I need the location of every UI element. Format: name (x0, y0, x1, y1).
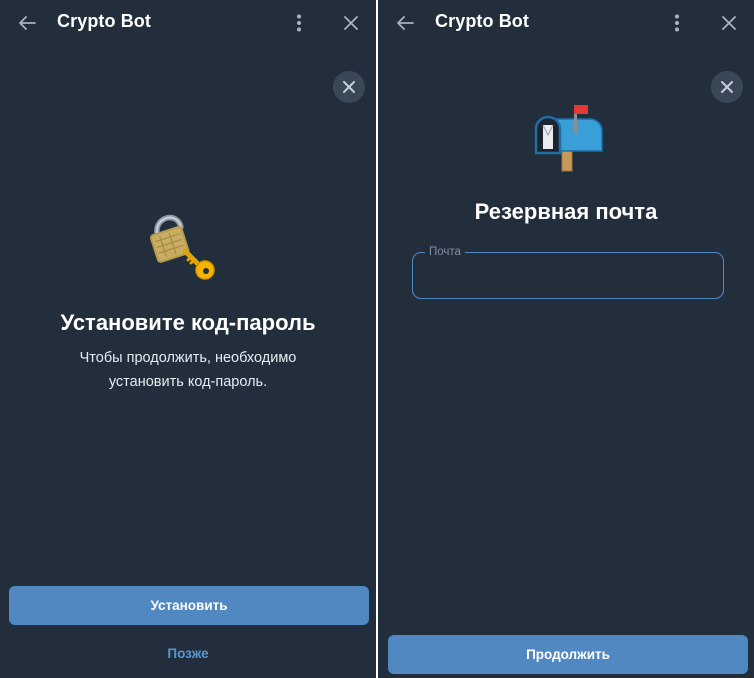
more-menu-button[interactable] (663, 9, 691, 37)
set-passcode-button[interactable]: Установить (9, 586, 369, 625)
close-icon (721, 81, 733, 93)
arrow-left-icon (19, 16, 36, 30)
more-vertical-icon (675, 14, 679, 32)
passcode-screen: Crypto Bot Установите код-пароль Чтобы п… (0, 0, 376, 678)
dismiss-button[interactable] (711, 71, 743, 103)
description-line: установить код-пароль. (108, 374, 268, 390)
mailbox-icon (534, 105, 603, 172)
email-input[interactable] (413, 253, 723, 298)
locked-with-key-icon (149, 214, 215, 280)
description-line: Чтобы продолжить, необходимо (79, 350, 297, 366)
app-header: Crypto Bot (378, 0, 754, 46)
continue-button[interactable]: Продолжить (388, 635, 748, 674)
email-field: Почта (412, 245, 724, 299)
header-title: Crypto Bot (57, 11, 151, 31)
arrow-left-icon (397, 16, 414, 30)
page-title: Установите код-пароль (60, 310, 316, 335)
backup-email-screen: Crypto Bot Резервная почта Почта Продолж… (378, 0, 754, 678)
page-title: Резервная почта (474, 199, 658, 224)
back-button[interactable] (391, 9, 419, 37)
app-header: Crypto Bot (0, 0, 376, 46)
close-icon (722, 16, 736, 30)
later-button[interactable]: Позже (0, 646, 376, 661)
more-vertical-icon (297, 14, 301, 32)
back-button[interactable] (13, 9, 41, 37)
dismiss-button[interactable] (333, 71, 365, 103)
more-menu-button[interactable] (285, 9, 313, 37)
header-title: Crypto Bot (435, 11, 529, 31)
close-icon (344, 16, 358, 30)
description: Чтобы продолжить, необходимо установить … (40, 346, 336, 394)
screens-container: Crypto Bot Установите код-пароль Чтобы п… (0, 0, 754, 678)
close-button[interactable] (337, 9, 365, 37)
close-icon (343, 81, 355, 93)
close-button[interactable] (715, 9, 743, 37)
